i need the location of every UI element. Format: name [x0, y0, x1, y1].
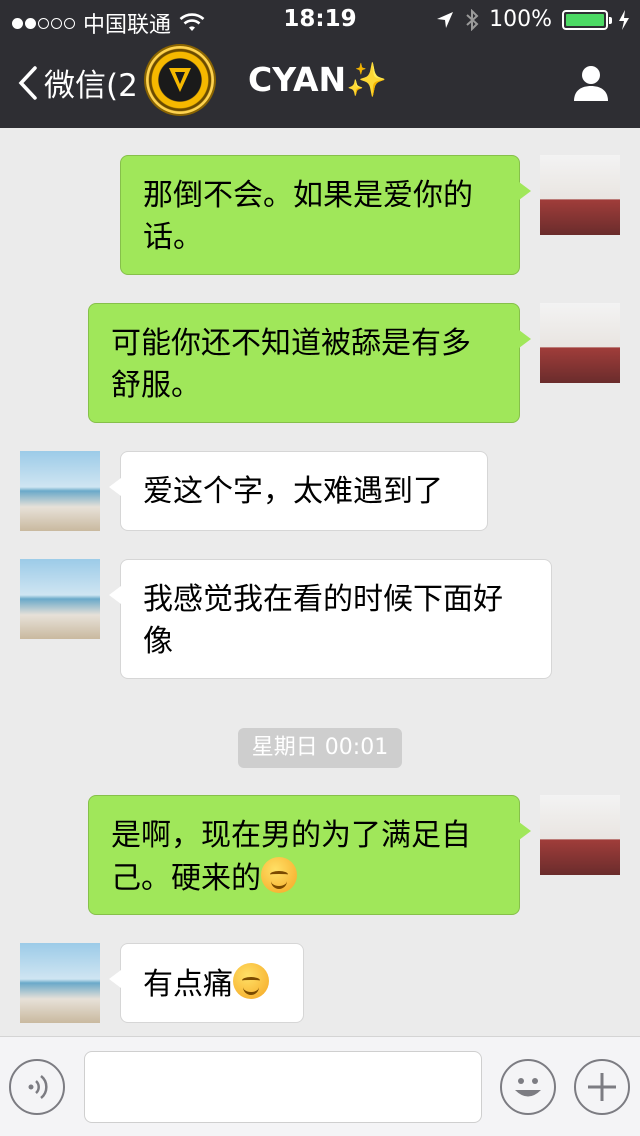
charging-bolt-icon	[619, 9, 629, 30]
chat-area[interactable]: 那倒不会。如果是爱你的话。 可能你还不知道被舔是有多舒服。 爱这个字，太难遇到了…	[0, 128, 640, 1036]
message-bubble-sent[interactable]: 是啊，现在男的为了满足自己。硬来的	[88, 795, 531, 915]
message-bubble-sent[interactable]: 可能你还不知道被舔是有多舒服。	[88, 303, 531, 423]
back-button[interactable]: 微信(2	[18, 60, 138, 105]
chat-title: CYAN✨	[248, 60, 387, 100]
input-bar	[0, 1036, 640, 1136]
contact-avatar[interactable]	[20, 451, 100, 531]
relieved-face-icon	[261, 857, 297, 893]
more-button[interactable]	[574, 1059, 630, 1115]
status-bar: 中国联通 18:19 100%	[0, 0, 640, 40]
battery-percent: 100%	[489, 7, 552, 32]
message-text: 爱这个字，太难遇到了	[143, 474, 443, 509]
battery-icon	[562, 9, 612, 30]
user-profile-icon	[574, 66, 608, 101]
timestamp: 星期日 00:01	[238, 728, 402, 768]
top-bar: 中国联通 18:19 100% 微信(2 CYAN✨	[0, 0, 640, 128]
message-text: 我感觉我在看的时候下面好像	[143, 582, 503, 659]
bluetooth-icon	[466, 8, 479, 31]
message-text: 有点痛	[143, 967, 233, 1002]
my-avatar[interactable]	[540, 303, 620, 383]
message-input[interactable]	[84, 1051, 482, 1123]
contact-avatar[interactable]	[20, 559, 100, 639]
emoji-button[interactable]	[500, 1059, 556, 1115]
plus-icon	[588, 1073, 616, 1101]
message-bubble-received[interactable]: 有点痛	[109, 943, 304, 1023]
nav-bar: 微信(2 CYAN✨	[0, 40, 640, 128]
chat-title-text: CYAN	[248, 60, 347, 99]
back-label: 微信(2	[44, 68, 138, 104]
sparkles-icon: ✨	[346, 60, 388, 99]
status-right: 100%	[435, 7, 630, 32]
voice-icon	[28, 1075, 48, 1099]
message-bubble-sent[interactable]: 那倒不会。如果是爱你的话。	[120, 155, 531, 275]
user-profile-button[interactable]	[572, 64, 610, 106]
contact-avatar[interactable]	[20, 943, 100, 1023]
message-text: 那倒不会。如果是爱你的话。	[143, 178, 473, 255]
tears-of-joy-face-icon	[233, 963, 269, 999]
chevron-left-icon	[18, 65, 37, 100]
my-avatar[interactable]	[540, 795, 620, 875]
my-avatar[interactable]	[540, 155, 620, 235]
message-bubble-received[interactable]: 我感觉我在看的时候下面好像	[109, 559, 552, 679]
emoji-icon	[515, 1078, 541, 1097]
message-text: 可能你还不知道被舔是有多舒服。	[111, 326, 471, 403]
message-bubble-received[interactable]: 爱这个字，太难遇到了	[109, 451, 488, 531]
location-arrow-icon	[437, 11, 454, 28]
badge-medal-icon	[146, 46, 214, 114]
voice-button[interactable]	[9, 1059, 65, 1115]
